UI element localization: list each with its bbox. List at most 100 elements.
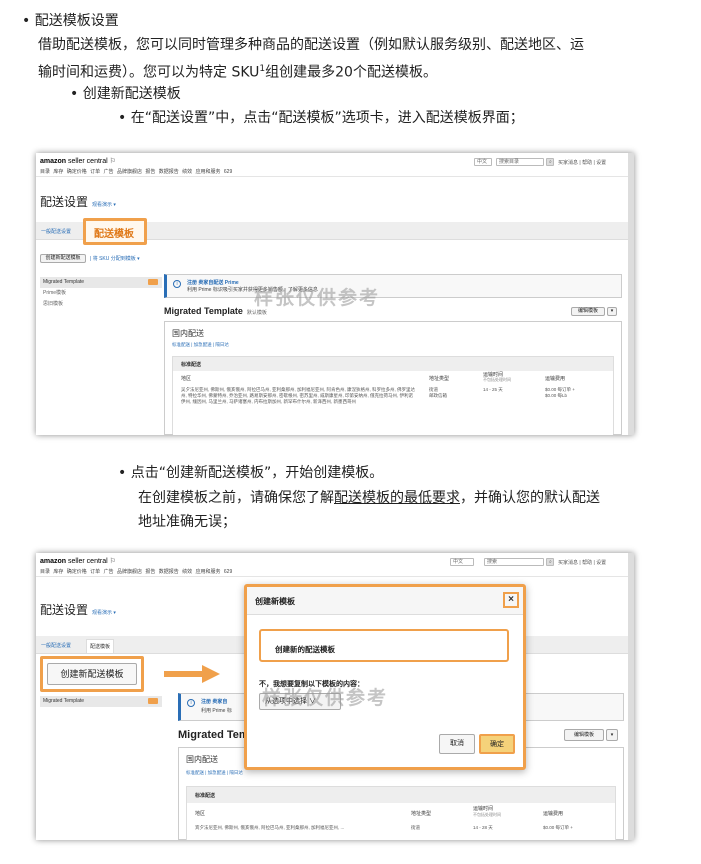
row-fee: $0.00 每订单 + $0.00 每Lb (545, 387, 575, 398)
search-input[interactable]: 搜索 (484, 558, 544, 566)
watermark: 样张仅供参考 (262, 688, 389, 709)
bullet-3-label: 在“配送设置”中，点击“配送模板”选项卡，进入配送模板界面； (130, 110, 524, 126)
col-fee: 运输费用 (545, 376, 566, 382)
section-label: 标准配送 (195, 793, 216, 799)
default-tag (148, 698, 158, 704)
min-requirements-link[interactable]: 配送模板的最低要求 (334, 490, 460, 506)
bullet-2: • 创建新配送模板 (70, 86, 181, 102)
template-list: Migrated Template Prime模板 思旧模板 (40, 277, 162, 310)
paragraph-2-line-1: 在创建模板之前，请确保您了解配送模板的最低要求，并确认您的默认配送 (138, 486, 600, 510)
row-time: 14 - 25 天 (483, 387, 503, 392)
search-input[interactable]: 搜索目录 (496, 158, 544, 166)
paragraph-1-line-1: 借助配送模板，您可以同时管理多种商品的配送设置（例如默认服务级别、配送地区、运 (38, 37, 584, 53)
pane-title: 国内配送 (186, 755, 218, 764)
template-list: Migrated Template (40, 696, 162, 707)
cancel-button[interactable]: 取消 (439, 734, 475, 754)
table-body (187, 803, 615, 840)
tab-templates[interactable]: 配送模板 (86, 639, 115, 654)
bullet-1-label: 配送模板设置 (34, 13, 119, 29)
p2-text-a: 在创建模板之前，请确保您了解 (138, 490, 334, 506)
tab-general[interactable]: 一般配送设置 (41, 642, 71, 649)
row-region: 吴夕法尼亚州, 佛斯州, 俄亥俄州, 阿拉巴马州, 亚利桑那州, 加利福尼亚州,… (181, 387, 416, 404)
main-nav[interactable]: 目录 库存 确定价格 订单 广告 品牌旗舰店 报告 数据报告 绩效 应用和服务 … (40, 568, 232, 575)
logo-text: seller central (66, 558, 108, 565)
col-time-sub: 不包括处理时间 (473, 812, 501, 817)
create-button-highlight[interactable]: 创建新配送模板 (40, 656, 144, 692)
prime-subtitle: 利用 Prime 标 (201, 708, 232, 714)
prime-banner: i 注册 卖家自配送 Prime 利用 Prime 标识吸引买家并获得更多销售额… (164, 274, 622, 298)
col-time: 运输时间 (473, 806, 494, 812)
col-address: 地址类型 (411, 811, 432, 817)
new-template-option[interactable]: 创建新的配送模板 (259, 629, 509, 662)
bullet-4-label: 点击“创建新配送模板”，开始创建模板。 (130, 465, 384, 481)
shipping-table: 标准配送 地区 地址类型 运输时间 不包括处理时间 运输费用 吴夕法尼亚州, 佛… (172, 356, 614, 435)
row-fee: $0.00 每订单 + (543, 825, 573, 830)
logo: amazon seller central ⚐ (40, 558, 116, 565)
tab-general[interactable]: 一般配送设置 (41, 228, 71, 235)
prime-title[interactable]: 注册 卖家自 (201, 698, 227, 705)
template-list-item[interactable]: Migrated Template (40, 696, 162, 707)
template-list-item[interactable]: Migrated Template (40, 277, 162, 288)
shipping-speed-links[interactable]: 标准配送 | 加急配送 | 隔日达 (186, 770, 243, 776)
logo: amazon seller central ⚐ (40, 158, 116, 165)
row-time: 14 - 28 天 (473, 825, 493, 830)
demo-link[interactable]: 观看演示 ▾ (92, 610, 116, 616)
edit-template-button[interactable]: 编辑模板 (564, 729, 604, 741)
top-bar: amazon seller central ⚐ 目录 库存 确定价格 订单 广告… (36, 153, 628, 177)
template-title: Migrated Template 默认模板 (164, 306, 267, 316)
tab-templates[interactable]: 配送模板 (94, 225, 134, 240)
language-select[interactable]: 中文 (450, 558, 474, 566)
shipping-table: 标准配送 地区 地址类型 运输时间 不包括处理时间 运输费用 宾夕法尼亚州, 佛… (186, 786, 616, 840)
logo-brand: amazon (40, 558, 67, 565)
p1-text-a: 输时间和运费）。您可以为特定 SKU (38, 64, 260, 81)
default-tag (148, 279, 158, 285)
bullet-4: • 点击“创建新配送模板”，开始创建模板。 (118, 465, 384, 481)
info-icon: i (187, 699, 195, 707)
close-icon[interactable]: × (503, 592, 519, 608)
header-links[interactable]: 买家消息 | 帮助 | 设置 (558, 159, 606, 166)
shipping-speed-links[interactable]: 标准配送 | 加急配送 | 隔日达 (172, 342, 229, 348)
assign-sku-link[interactable]: | 将 SKU 分配到模板 ▾ (90, 255, 140, 262)
page-title-text: 配送设置 (40, 195, 89, 209)
p1-text-b: 组创建最多20个配送模板。 (265, 64, 437, 81)
col-region: 地区 (181, 376, 192, 382)
top-bar: amazon seller central ⚐ 目录 库存 确定价格 订单 广告… (36, 553, 628, 577)
page-title: 配送设置 观看演示 ▾ (40, 193, 116, 210)
chevron-down-icon[interactable]: ▾ (606, 729, 618, 741)
bullet-1: • 配送模板设置 (22, 13, 119, 29)
tab-templates-highlight[interactable]: 配送模板 (83, 218, 147, 245)
logo-text: seller central (66, 158, 108, 165)
section-label: 标准配送 (181, 362, 202, 368)
template-title-text: Migrated Template (164, 306, 243, 316)
template-name: Migrated Template (43, 698, 85, 704)
row-region: 宾夕法尼亚州, 佛斯州, 俄亥俄州, 阿拉巴马州, 亚利桑那州, 加利福尼亚州,… (195, 825, 345, 830)
watermark: 样张仅供参考 (254, 288, 381, 309)
header-links[interactable]: 买家消息 | 帮助 | 设置 (558, 559, 606, 566)
create-template-button[interactable]: 创建新配送模板 (47, 663, 137, 685)
template-list-item[interactable]: 思旧模板 (40, 299, 162, 310)
search-icon[interactable]: ⌕ (546, 558, 554, 566)
paragraph-1-line-2: 输时间和运费）。您可以为特定 SKU1组创建最多20个配送模板。 (38, 57, 437, 85)
page-title: 配送设置 观看演示 ▾ (40, 601, 116, 618)
demo-link[interactable]: 观看演示 ▾ (92, 202, 116, 208)
scrollbar[interactable] (628, 153, 634, 435)
chevron-down-icon[interactable]: ▾ (607, 307, 617, 316)
search-icon[interactable]: ⌕ (546, 158, 554, 166)
row-address: 街道 邮政信箱 (429, 387, 447, 398)
prime-title[interactable]: 注册 卖家自配送 Prime (187, 279, 239, 286)
create-template-dialog: 创建新模板 × 创建新的配送模板 不，我想要复制以下模板的内容： 从选项中选择 … (244, 584, 526, 770)
main-nav[interactable]: 目录 库存 确定价格 订单 广告 品牌旗舰店 报告 数据报告 绩效 应用和服务 … (40, 168, 232, 175)
template-list-item[interactable]: Prime模板 (40, 288, 162, 299)
info-icon: i (173, 280, 181, 288)
template-title: Migrated Tem (178, 729, 249, 741)
ok-button[interactable]: 确定 (479, 734, 515, 754)
arrow-icon (164, 665, 220, 683)
create-template-button[interactable]: 创建新配送模板 (40, 254, 86, 263)
bullet-3: • 在“配送设置”中，点击“配送模板”选项卡，进入配送模板界面； (118, 110, 524, 126)
edit-template-button[interactable]: 编辑模板 (571, 307, 605, 316)
col-fee: 运输费用 (543, 811, 564, 817)
scrollbar[interactable] (628, 553, 634, 840)
language-select[interactable]: 中文 (474, 158, 492, 166)
row-address: 街道 (411, 825, 420, 830)
col-time-sub: 不包括处理时间 (483, 377, 511, 382)
